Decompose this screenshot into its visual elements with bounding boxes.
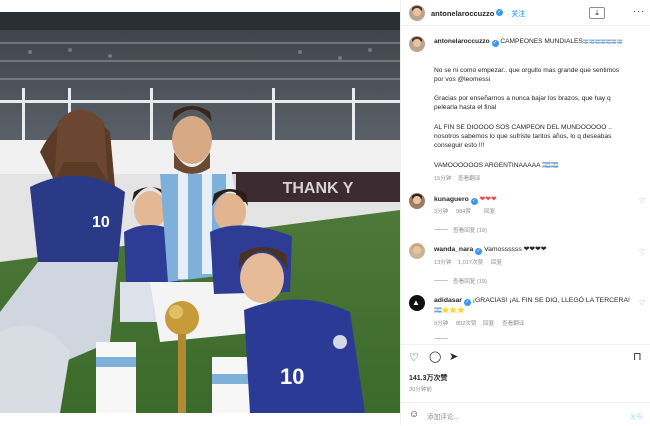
- emoji-icon[interactable]: ☺: [409, 409, 419, 420]
- comment-username[interactable]: adidasar: [434, 297, 462, 304]
- comment-time: 9分钟: [434, 321, 449, 327]
- caption-line: nosotros sabemos lo que sufriste tantos …: [434, 133, 612, 140]
- replies-divider: [434, 229, 448, 230]
- jersey-number-2: 10: [280, 364, 304, 389]
- more-icon[interactable]: ···: [633, 6, 645, 16]
- comment-avatar[interactable]: [409, 193, 425, 209]
- verified-icon: ✓: [496, 9, 503, 16]
- post-photo[interactable]: THANK Y 10 10: [0, 12, 400, 413]
- replies-divider: [434, 280, 448, 281]
- comment-reply-link[interactable]: 回复: [484, 207, 495, 215]
- caption-verified-icon: ✓: [491, 40, 499, 47]
- comment-input[interactable]: 添加评论...: [427, 411, 459, 421]
- comment-text-continued: 🇦🇷⭐⭐⭐: [434, 307, 465, 314]
- caption-first-line: CAMPEONES MUNDIALES: [500, 38, 583, 45]
- caption-line: conseguir esto !!!: [434, 142, 485, 149]
- post-comment-button[interactable]: 发布: [630, 411, 643, 421]
- comment-reply-link[interactable]: 回复: [483, 319, 494, 327]
- comment-time: 13分钟: [434, 260, 452, 266]
- view-replies-link[interactable]: 查看回复 (18): [453, 226, 487, 234]
- save-bookmark-icon[interactable]: ⊓: [633, 350, 642, 363]
- caption-line: pelearla hasta el final: [434, 104, 497, 111]
- caption-time: 15分钟: [434, 176, 452, 182]
- author-username[interactable]: antonelaroccuzzo: [431, 9, 494, 18]
- caption-header: antonelaroccuzzo ✓ CAMPEONES MUNDIALES🇦🇷…: [434, 38, 623, 47]
- comment-reply-link[interactable]: 回复: [491, 258, 502, 266]
- likes-count[interactable]: 141.3万次赞: [409, 373, 448, 383]
- caption-line: AL FIN SE DIOOOO SOS CAMPEON DEL MUNDOOO…: [434, 124, 612, 131]
- comment-text: Vamossssss ❤❤❤❤: [484, 246, 547, 253]
- caption-translate-link[interactable]: 查看翻译: [458, 174, 480, 182]
- comment-username[interactable]: kunaguero: [434, 196, 469, 203]
- caption-line: por vos @leomessi: [434, 76, 491, 83]
- caption-username[interactable]: antonelaroccuzzo: [434, 38, 490, 45]
- comment-text: ¡GRACIAS! ¡AL FIN SE DIO, LLEGÓ LA TERCE…: [472, 297, 630, 304]
- comment-avatar[interactable]: [409, 243, 425, 259]
- caption-first-line-flags: 🇦🇷🇦🇷🇦🇷🇦🇷🇦🇷🇦🇷🇦🇷: [582, 39, 623, 44]
- comment-likes: 802次赞: [456, 321, 477, 327]
- comment-icon[interactable]: ◯: [429, 350, 441, 363]
- banner-text: THANK Y: [283, 180, 354, 197]
- follow-button[interactable]: · 关注: [507, 9, 525, 19]
- post-actions-bar: ♡ ◯ ➤ ⊓ 141.3万次赞 30分钟前 ☺ 添加评论... 发布: [401, 344, 650, 425]
- download-icon[interactable]: ⤓: [589, 7, 605, 19]
- comment-text: ❤❤❤: [479, 196, 497, 203]
- share-icon[interactable]: ➤: [449, 350, 458, 363]
- post-side-panel: antonelaroccuzzo ✓ · 关注 ⤓ ··· antonelaro…: [400, 0, 650, 425]
- photo-illustration: THANK Y 10 10: [0, 12, 400, 413]
- post-time: 30分钟前: [409, 387, 433, 393]
- comment-likes: 984赞: [456, 209, 471, 215]
- comment-like-icon[interactable]: ♡: [639, 299, 645, 307]
- view-replies-link[interactable]: 查看回复 (19): [453, 277, 487, 285]
- follow-label: 关注: [511, 11, 526, 18]
- comment-like-icon[interactable]: ♡: [639, 248, 645, 256]
- caption-line: Gracias por enseñarnos a nunca bajar los…: [434, 95, 611, 102]
- caption-line: No se ni como empezar.. que orgullo mas …: [434, 67, 620, 74]
- comment-avatar[interactable]: ▲: [409, 295, 425, 311]
- comment-likes: 1,017次赞: [458, 260, 484, 266]
- adidas-logo-icon: ▲: [412, 298, 420, 307]
- caption-line: VAMOOOOOOS ARGENTINAAAAA 🇦🇷🇦🇷: [434, 162, 559, 169]
- like-icon[interactable]: ♡: [409, 351, 419, 364]
- comment-verified-icon: ✓: [470, 198, 478, 205]
- caption-avatar[interactable]: [409, 36, 425, 52]
- comment-username[interactable]: wanda_nara: [434, 246, 473, 253]
- comment: wanda_nara ✓ Vamossssss ❤❤❤❤: [434, 245, 547, 255]
- replies-divider: [434, 338, 448, 339]
- comment: kunaguero ✓ ❤❤❤: [434, 195, 497, 205]
- author-avatar[interactable]: [409, 5, 425, 21]
- jersey-number-1: 10: [92, 214, 110, 231]
- comment: adidasar ✓ ¡GRACIAS! ¡AL FIN SE DIO, LLE…: [434, 297, 630, 306]
- instagram-post-viewer: THANK Y 10 10 antonelaroccuzzo ✓ · 关注 ⤓ …: [0, 0, 650, 425]
- post-header: antonelaroccuzzo ✓ · 关注 ⤓ ···: [401, 0, 650, 26]
- comment-verified-icon: ✓: [475, 248, 483, 255]
- comment-time: 3分钟: [434, 209, 449, 215]
- add-comment-row: ☺ 添加评论... 发布: [401, 402, 650, 426]
- comment-translate-link[interactable]: 查看翻译: [502, 319, 524, 327]
- comment-like-icon[interactable]: ♡: [639, 197, 645, 205]
- comment-verified-icon: ✓: [463, 299, 471, 306]
